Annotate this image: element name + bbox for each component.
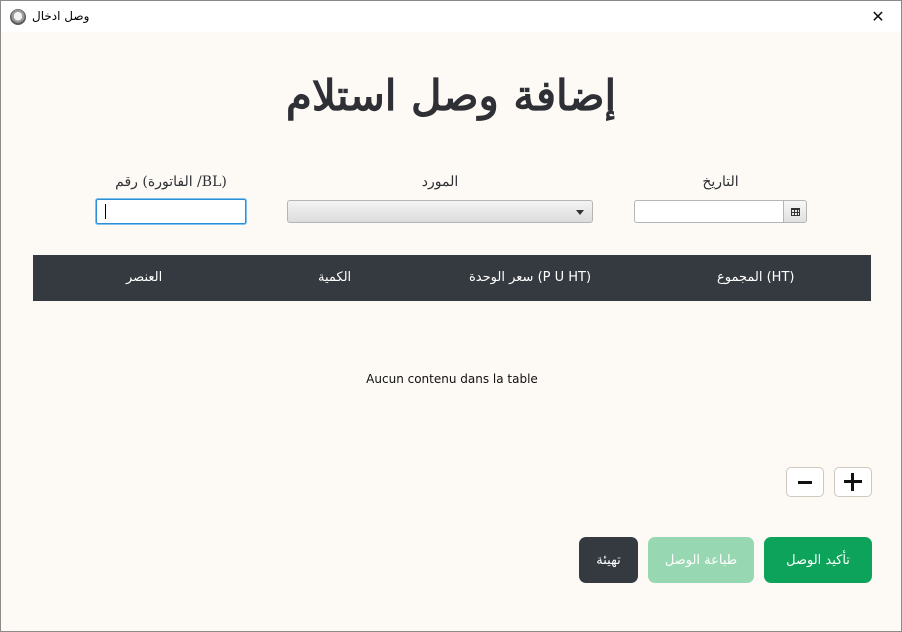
supplier-select[interactable] <box>287 200 593 223</box>
supplier-label: المورد <box>421 174 459 190</box>
column-header-item[interactable]: العنصر <box>126 270 162 285</box>
page-title: إضافة وصل استلام <box>285 71 617 120</box>
minus-icon <box>798 480 812 484</box>
remove-row-button[interactable] <box>786 467 824 497</box>
column-header-total[interactable]: المجموع (HT) <box>717 270 794 285</box>
window-title: وصل ادخال <box>32 9 90 23</box>
app-icon <box>10 9 26 25</box>
print-receipt-button[interactable]: طباعة الوصل <box>648 537 754 583</box>
date-label: التاريخ <box>702 174 739 190</box>
calendar-icon <box>790 207 800 216</box>
column-header-quantity[interactable]: الكمية <box>318 270 351 285</box>
invoice-number-label: رقم (الفاتورة /BL) <box>115 174 227 190</box>
title-bar: وصل ادخال ✕ <box>1 1 901 32</box>
items-table-header: العنصر الكمية سعر الوحدة (P U HT) المجمو… <box>33 255 871 301</box>
date-input[interactable] <box>634 200 784 223</box>
column-header-unit-price[interactable]: سعر الوحدة (P U HT) <box>469 270 591 285</box>
plus-icon <box>844 473 862 491</box>
receipt-window: وصل ادخال ✕ إضافة وصل استلام رقم (الفاتو… <box>0 0 902 632</box>
close-icon[interactable]: ✕ <box>855 1 901 32</box>
table-empty-message: Aucun contenu dans la table <box>366 372 538 386</box>
reset-button[interactable]: تهيئة <box>579 537 638 583</box>
chevron-down-icon <box>576 210 584 215</box>
invoice-number-input[interactable] <box>96 199 246 224</box>
date-picker-button[interactable] <box>783 200 807 223</box>
text-caret <box>105 204 106 219</box>
add-row-button[interactable] <box>834 467 872 497</box>
confirm-receipt-button[interactable]: تأكيد الوصل <box>764 537 872 583</box>
